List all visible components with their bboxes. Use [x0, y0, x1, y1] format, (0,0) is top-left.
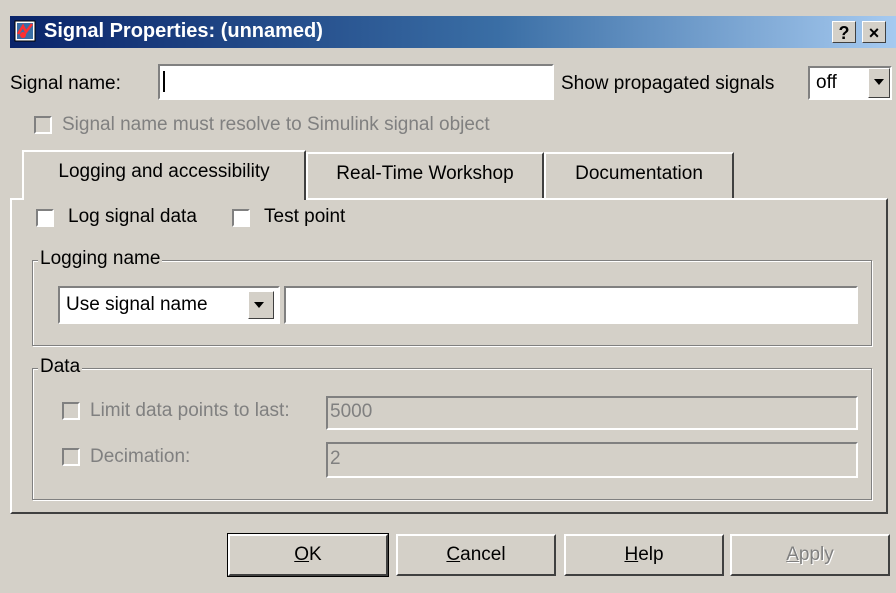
- signal-properties-dialog: Signal Properties: (unnamed) ? × Signal …: [0, 0, 896, 593]
- simulink-app-icon: [14, 20, 36, 42]
- log-signal-label: Log signal data: [68, 206, 197, 227]
- apply-button[interactable]: Apply: [730, 534, 890, 576]
- signal-name-label: Signal name:: [10, 73, 121, 94]
- decimation-checkbox[interactable]: [62, 448, 80, 466]
- help-title-button[interactable]: ?: [832, 21, 856, 43]
- signal-name-input[interactable]: [158, 64, 554, 100]
- limit-data-points-label: Limit data points to last:: [90, 400, 290, 421]
- text-caret: [163, 71, 165, 92]
- title-bar[interactable]: Signal Properties: (unnamed) ? ×: [10, 16, 896, 48]
- logging-name-input[interactable]: [284, 286, 858, 324]
- show-propagated-select[interactable]: off: [808, 66, 892, 100]
- help-button[interactable]: Help: [564, 534, 724, 576]
- window-title: Signal Properties: (unnamed): [44, 20, 323, 42]
- close-button[interactable]: ×: [862, 21, 886, 43]
- chevron-down-icon[interactable]: [248, 291, 274, 319]
- tab-documentation[interactable]: Documentation: [544, 152, 734, 198]
- logging-name-mode-select[interactable]: Use signal name: [58, 286, 280, 324]
- resolve-checkbox-label: Signal name must resolve to Simulink sig…: [62, 114, 490, 135]
- logging-name-group-title: Logging name: [38, 248, 163, 270]
- log-signal-checkbox[interactable]: [36, 209, 54, 227]
- logging-name-mode-value: Use signal name: [66, 294, 208, 315]
- data-group: [32, 368, 872, 500]
- tab-logging-and-accessibility[interactable]: Logging and accessibility: [22, 150, 306, 200]
- test-point-checkbox[interactable]: [232, 209, 250, 227]
- limit-data-points-checkbox[interactable]: [62, 402, 80, 420]
- test-point-label: Test point: [264, 206, 346, 227]
- show-propagated-label: Show propagated signals: [561, 73, 775, 94]
- show-propagated-value: off: [816, 72, 837, 93]
- decimation-input[interactable]: 2: [326, 442, 858, 478]
- decimation-label: Decimation:: [90, 446, 191, 467]
- chevron-down-icon[interactable]: [868, 68, 890, 98]
- resolve-checkbox[interactable]: [34, 116, 52, 134]
- data-group-title: Data: [38, 356, 83, 378]
- ok-button[interactable]: OK: [227, 533, 389, 577]
- cancel-button[interactable]: Cancel: [396, 534, 556, 576]
- tab-real-time-workshop[interactable]: Real-Time Workshop: [306, 152, 544, 198]
- limit-data-points-input[interactable]: 5000: [326, 396, 858, 430]
